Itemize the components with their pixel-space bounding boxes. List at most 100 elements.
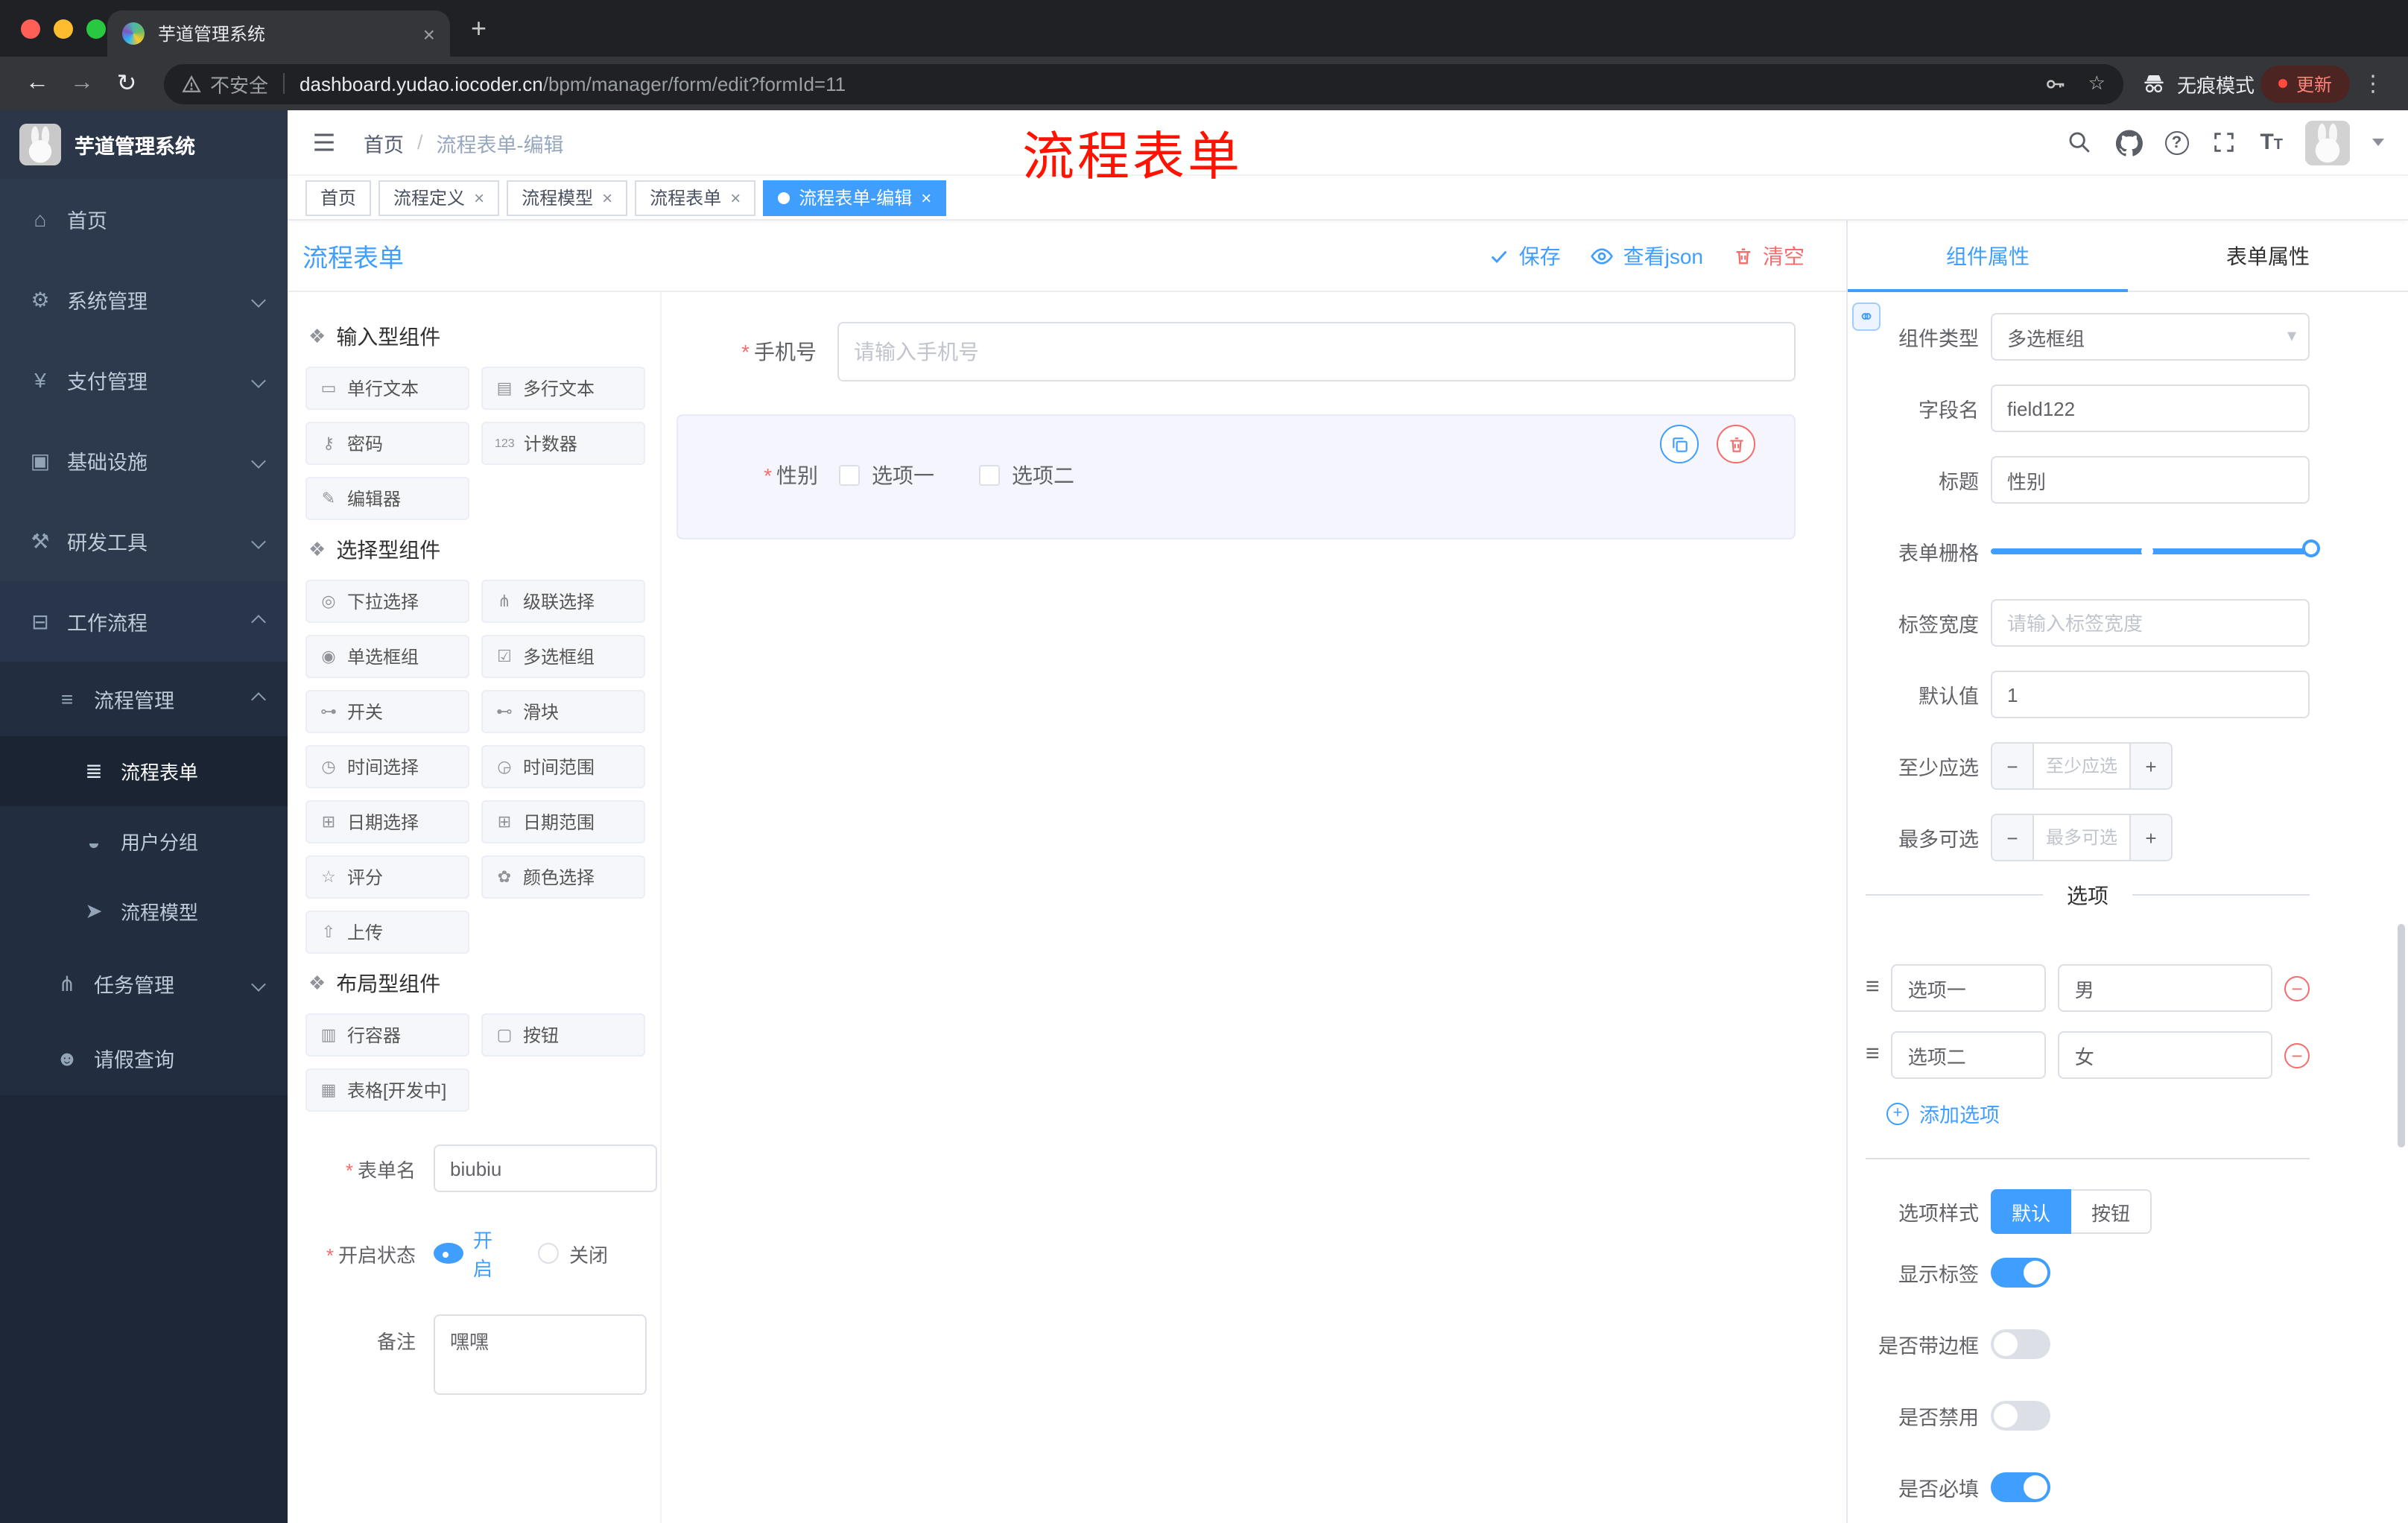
back-icon[interactable]: ← (18, 70, 57, 97)
link-icon[interactable]: ⚭ (1852, 303, 1881, 331)
palette-item-radio-group[interactable]: ◉ 单选框组 (305, 635, 469, 678)
sidebar-logo[interactable]: 芋道管理系统 (0, 110, 288, 179)
palette-item-cascader[interactable]: ⋔ 级联选择 (481, 580, 645, 623)
option-1-value-input[interactable] (2058, 964, 2272, 1012)
increase-icon[interactable]: + (2129, 744, 2171, 788)
style-default-button[interactable]: 默认 (1991, 1189, 2071, 1234)
palette-item-date-picker[interactable]: ⊞ 日期选择 (305, 800, 469, 843)
component-type-value[interactable] (1991, 313, 2310, 361)
palette-item-table[interactable]: ▦ 表格[开发中] (305, 1068, 469, 1112)
help-icon[interactable]: ? (2164, 130, 2189, 154)
tag-process-definition[interactable]: 流程定义 × (378, 180, 500, 215)
reload-icon[interactable]: ↻ (107, 69, 146, 98)
radio-closed-label[interactable]: 关闭 (569, 1239, 608, 1267)
user-avatar[interactable] (2305, 120, 2350, 165)
sidebar-item-infra[interactable]: ▣ 基础设施 (0, 420, 288, 501)
sidebar-item-task-mgmt[interactable]: ⋔ 任务管理 (0, 946, 288, 1021)
github-icon[interactable] (2115, 129, 2143, 156)
min-select-input[interactable] (2034, 744, 2129, 788)
sidebar-item-user-group[interactable]: ◒ 用户分组 (0, 806, 288, 876)
save-button[interactable]: 保存 (1489, 241, 1561, 270)
component-type-select[interactable]: ▾ (1991, 313, 2310, 361)
form-name-input[interactable] (434, 1144, 657, 1192)
palette-item-button[interactable]: ▢ 按钮 (481, 1013, 645, 1057)
checkbox-option-1[interactable] (839, 465, 860, 486)
sidebar-item-leave-query[interactable]: ☻ 请假查询 (0, 1021, 288, 1095)
palette-item-time-picker[interactable]: ◷ 时间选择 (305, 745, 469, 788)
breadcrumb-home[interactable]: 首页 (364, 127, 404, 157)
palette-item-editor[interactable]: ✎ 编辑器 (305, 477, 469, 520)
palette-item-rate[interactable]: ☆ 评分 (305, 855, 469, 899)
phone-input[interactable] (837, 322, 1796, 381)
new-tab-button[interactable]: + (471, 12, 487, 45)
option-1-name-input[interactable] (1891, 964, 2047, 1012)
sidebar-item-devtools[interactable]: ⚒ 研发工具 (0, 501, 288, 581)
add-option-button[interactable]: + 添加选项 (1886, 1098, 2310, 1128)
clear-button[interactable]: 清空 (1733, 241, 1805, 270)
slider-track[interactable] (1991, 539, 2320, 557)
delete-component-button[interactable] (1717, 425, 1755, 463)
palette-item-row-container[interactable]: ▥ 行容器 (305, 1013, 469, 1057)
sidebar-item-home[interactable]: ⌂ 首页 (0, 179, 288, 259)
bookmark-star-icon[interactable]: ☆ (2088, 72, 2106, 95)
tag-process-model[interactable]: 流程模型 × (507, 180, 628, 215)
form-remark-input[interactable]: 嘿嘿 (434, 1314, 647, 1395)
view-json-button[interactable]: 查看json (1591, 241, 1703, 270)
tag-process-form[interactable]: 流程表单 × (635, 180, 756, 215)
option-2-value-input[interactable] (2058, 1031, 2272, 1079)
sidebar-item-process-form[interactable]: ≣ 流程表单 (0, 736, 288, 806)
tab-form-props[interactable]: 表单属性 (2128, 221, 2408, 291)
border-switch[interactable] (1991, 1329, 2050, 1359)
checkbox-option-2-label[interactable]: 选项二 (1012, 460, 1074, 490)
palette-item-checkbox-group[interactable]: ☑ 多选框组 (481, 635, 645, 678)
palette-item-color-picker[interactable]: ✿ 颜色选择 (481, 855, 645, 899)
sidebar-item-process-model[interactable]: ➤ 流程模型 (0, 876, 288, 946)
show-label-switch[interactable] (1991, 1258, 2050, 1288)
sidebar-item-workflow[interactable]: ⊟ 工作流程 (0, 581, 288, 662)
palette-item-upload[interactable]: ⇧ 上传 (305, 911, 469, 954)
palette-item-single-text[interactable]: ▭ 单行文本 (305, 367, 469, 410)
copy-component-button[interactable] (1660, 425, 1699, 463)
sidebar-item-payment[interactable]: ¥ 支付管理 (0, 340, 288, 420)
required-switch[interactable] (1991, 1472, 2050, 1502)
title-input[interactable] (1991, 456, 2310, 504)
close-window-button[interactable] (21, 19, 40, 39)
canvas-field-gender-selected[interactable]: * 性别 选项一 选项二 (677, 414, 1796, 539)
drag-handle-icon[interactable]: ≡ (1866, 1042, 1880, 1068)
sidebar-item-system[interactable]: ⚙ 系统管理 (0, 259, 288, 340)
password-key-icon[interactable] (2045, 72, 2068, 95)
collapse-sidebar-icon[interactable] (311, 130, 337, 155)
security-label[interactable]: 不安全 (210, 69, 268, 98)
palette-item-switch[interactable]: ⊶ 开关 (305, 690, 469, 733)
close-icon[interactable]: × (602, 189, 612, 206)
max-select-input[interactable] (2034, 815, 2129, 860)
scrollbar-thumb[interactable] (2398, 924, 2405, 1147)
radio-open[interactable] (434, 1243, 463, 1264)
drag-handle-icon[interactable]: ≡ (1866, 975, 1880, 1001)
style-button-button[interactable]: 按钮 (2071, 1189, 2152, 1234)
close-icon[interactable]: × (474, 189, 484, 206)
avatar-caret-icon[interactable] (2372, 139, 2384, 146)
search-icon[interactable] (2066, 129, 2093, 156)
radio-open-label[interactable]: 开启 (473, 1225, 499, 1282)
browser-tab[interactable]: 芋道管理系统 × (107, 10, 450, 57)
slider-handle[interactable] (2302, 539, 2320, 557)
browser-menu-icon[interactable]: ⋮ (2356, 70, 2390, 97)
palette-item-date-range[interactable]: ⊞ 日期范围 (481, 800, 645, 843)
field-name-input[interactable] (1991, 384, 2310, 432)
radio-closed[interactable] (538, 1243, 559, 1264)
font-size-icon[interactable]: TT (2260, 131, 2283, 153)
increase-icon[interactable]: + (2129, 815, 2171, 860)
sidebar-item-process-mgmt[interactable]: ≡ 流程管理 (0, 662, 288, 736)
remove-option-button[interactable]: − (2284, 975, 2310, 1001)
palette-item-password[interactable]: ⚷ 密码 (305, 422, 469, 465)
palette-item-textarea[interactable]: ▤ 多行文本 (481, 367, 645, 410)
tag-process-form-edit[interactable]: 流程表单-编辑 × (763, 180, 947, 215)
fullscreen-icon[interactable] (2211, 129, 2237, 156)
option-2-name-input[interactable] (1891, 1031, 2047, 1079)
palette-item-select[interactable]: ◎ 下拉选择 (305, 580, 469, 623)
form-canvas[interactable]: *手机号 *性别 选项一 选项二 (662, 292, 1846, 1523)
decrease-icon[interactable]: − (1992, 744, 2034, 788)
zoom-window-button[interactable] (86, 19, 106, 39)
forward-icon[interactable]: → (63, 70, 101, 97)
